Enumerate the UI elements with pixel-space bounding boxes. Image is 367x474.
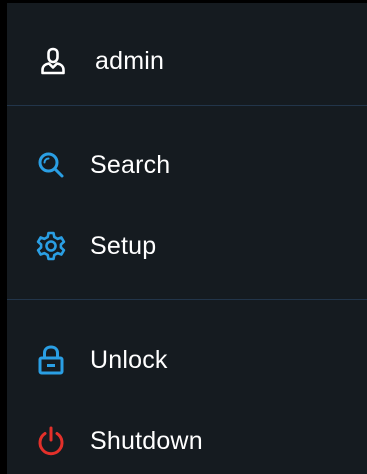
unlock-icon <box>31 340 71 380</box>
menu-item-search[interactable]: Search <box>7 145 367 185</box>
menu-item-label: Unlock <box>90 345 168 374</box>
user-icon <box>33 41 73 81</box>
menu-item-shutdown[interactable]: Shutdown <box>7 421 367 461</box>
divider-middle <box>7 299 367 300</box>
menu-item-unlock[interactable]: Unlock <box>7 340 367 380</box>
search-icon <box>31 145 71 185</box>
user-row[interactable]: admin <box>7 41 367 81</box>
menu-item-setup[interactable]: Setup <box>7 226 367 266</box>
menu-item-label: Search <box>90 150 171 179</box>
gear-icon <box>31 226 71 266</box>
username-label: admin <box>95 46 165 75</box>
divider-top <box>7 105 367 106</box>
menu-item-label: Shutdown <box>90 426 203 455</box>
main-menu-panel: admin Search Setup Unlock Shutdown <box>0 0 367 474</box>
menu-item-label: Setup <box>90 231 157 260</box>
power-icon <box>31 421 71 461</box>
